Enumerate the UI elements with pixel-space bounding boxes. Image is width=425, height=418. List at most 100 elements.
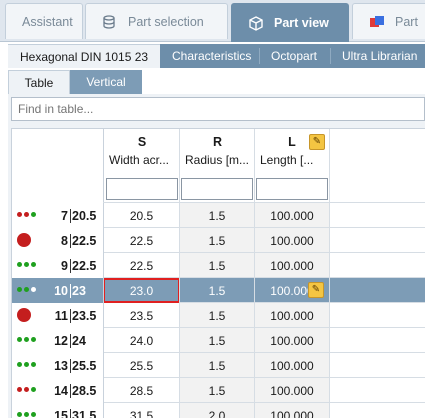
row-key-value: 23: [72, 283, 86, 298]
cell-length[interactable]: 100.000: [255, 228, 329, 253]
tab-part-selection[interactable]: Part selection: [85, 3, 228, 39]
status-dots-icon: [17, 212, 39, 219]
filter-input-r[interactable]: [181, 178, 253, 200]
table-row[interactable]: 10 23 23.0 1.5 100.000 ✎: [12, 278, 425, 303]
row-index: 15: [54, 408, 68, 418]
cell-radius[interactable]: 1.5: [180, 303, 254, 328]
tab-part-selection-label: Part selection: [128, 14, 204, 29]
tab-ultra-librarian-label: Ultra Librarian: [342, 49, 418, 63]
cell-radius[interactable]: 1.5: [180, 378, 254, 403]
table-row[interactable]: 15 31.5 31.5 2.0 100.000: [12, 403, 425, 418]
cell-length[interactable]: 100.000: [255, 403, 329, 418]
tab-vertical-view[interactable]: Vertical: [70, 70, 142, 94]
row-index-divider: [70, 359, 71, 373]
cell-width[interactable]: 23.5: [104, 303, 179, 328]
cell-radius[interactable]: 1.5: [180, 328, 254, 353]
table-row[interactable]: 8 22.5 22.5 1.5 100.000: [12, 228, 425, 253]
cell-radius[interactable]: 1.5: [180, 353, 254, 378]
status-dots-icon: [17, 362, 39, 369]
grid-line: [329, 129, 330, 418]
filter-input-s[interactable]: [106, 178, 178, 200]
tab-part-name[interactable]: Hexagonal DIN 1015 23: [8, 44, 160, 68]
column-header-r[interactable]: R: [180, 129, 255, 155]
row-index: 13: [54, 358, 68, 373]
table-row[interactable]: 7 20.5 20.5 1.5 100.000: [12, 203, 425, 228]
row-index: 8: [61, 233, 68, 248]
top-tab-bar: Assistant Part selection Part view Part: [0, 0, 425, 42]
tab-ultra-librarian[interactable]: Ultra Librarian: [330, 44, 425, 68]
row-index-divider: [70, 334, 71, 348]
cell-length[interactable]: 100.000: [255, 378, 329, 403]
table-row[interactable]: 9 22.5 22.5 1.5 100.000: [12, 253, 425, 278]
cell-width[interactable]: 25.5: [104, 353, 179, 378]
cell-length[interactable]: 100.000: [255, 203, 329, 228]
tab-part-name-label: Hexagonal DIN 1015 23: [20, 49, 149, 64]
cell-width[interactable]: 28.5: [104, 378, 179, 403]
tab-part-overflow-label: Part: [395, 14, 418, 29]
cell-length[interactable]: 100.000: [255, 328, 329, 353]
row-key-value: 28.5: [72, 383, 97, 398]
part-3d-icon: [369, 15, 384, 29]
tab-octopart[interactable]: Octopart: [259, 44, 329, 68]
row-key-value: 23.5: [72, 308, 97, 323]
row-index-divider: [70, 309, 71, 323]
tab-part-overflow[interactable]: Part: [352, 3, 425, 39]
tab-assistant-label: Assistant: [22, 14, 73, 29]
selected-cell-highlight: [103, 278, 180, 303]
status-dots-icon: [17, 337, 39, 344]
row-key-value: 20.5: [72, 208, 97, 223]
grid-line: [179, 129, 180, 418]
column-name-l: Length [...: [260, 153, 314, 167]
row-key-value: 25.5: [72, 358, 97, 373]
grid-line: [254, 129, 255, 418]
cell-length[interactable]: 100.000: [255, 253, 329, 278]
cell-radius[interactable]: 1.5: [180, 228, 254, 253]
row-index: 9: [61, 258, 68, 273]
cell-width[interactable]: 22.5: [104, 253, 179, 278]
cell-width[interactable]: 24.0: [104, 328, 179, 353]
tab-characteristics[interactable]: Characteristics: [160, 44, 263, 68]
tab-table-view-label: Table: [24, 75, 54, 90]
table-row[interactable]: 13 25.5 25.5 1.5 100.000: [12, 353, 425, 378]
table-row[interactable]: 14 28.5 28.5 1.5 100.000: [12, 378, 425, 403]
cell-length[interactable]: 100.000: [255, 353, 329, 378]
tab-part-view-label: Part view: [274, 16, 329, 30]
column-header-s[interactable]: S: [104, 129, 180, 155]
cell-width[interactable]: 31.5: [104, 403, 179, 418]
row-index: 12: [54, 333, 68, 348]
table-row[interactable]: 11 23.5 23.5 1.5 100.000: [12, 303, 425, 328]
grid-line: [103, 129, 104, 418]
row-key-value: 31.5: [72, 408, 97, 418]
table-row[interactable]: 12 24 24.0 1.5 100.000: [12, 328, 425, 353]
cube-icon: [248, 16, 263, 31]
filter-input-l[interactable]: [256, 178, 328, 200]
tab-part-view[interactable]: Part view: [231, 3, 349, 42]
cell-radius[interactable]: 1.5: [180, 278, 254, 303]
edit-column-icon[interactable]: ✎: [309, 134, 325, 150]
grid-line: [103, 202, 425, 203]
tab-table-view[interactable]: Table: [8, 70, 70, 94]
edit-cell-icon[interactable]: ✎: [308, 282, 324, 298]
cell-width[interactable]: 22.5: [104, 228, 179, 253]
column-name-s: Width acr...: [109, 153, 170, 167]
cell-radius[interactable]: 1.5: [180, 203, 254, 228]
cell-width[interactable]: 20.5: [104, 203, 179, 228]
row-index-divider: [70, 384, 71, 398]
cell-radius[interactable]: 2.0: [180, 403, 254, 418]
row-index-divider: [70, 409, 71, 418]
column-name-r: Radius [m...: [185, 153, 250, 167]
cell-radius[interactable]: 1.5: [180, 253, 254, 278]
row-key-value: 22.5: [72, 258, 97, 273]
row-index-divider: [70, 284, 71, 298]
tab-assistant[interactable]: Assistant: [5, 3, 83, 39]
column-letter: L: [288, 135, 296, 149]
row-index: 14: [54, 383, 68, 398]
row-index-divider: [70, 234, 71, 248]
row-index-divider: [70, 259, 71, 273]
cell-length[interactable]: 100.000: [255, 303, 329, 328]
row-index-divider: [70, 209, 71, 223]
status-circle-icon: [17, 233, 31, 247]
row-key-value: 22.5: [72, 233, 97, 248]
find-in-table-input[interactable]: [11, 97, 425, 121]
status-dots-icon: [17, 287, 39, 294]
